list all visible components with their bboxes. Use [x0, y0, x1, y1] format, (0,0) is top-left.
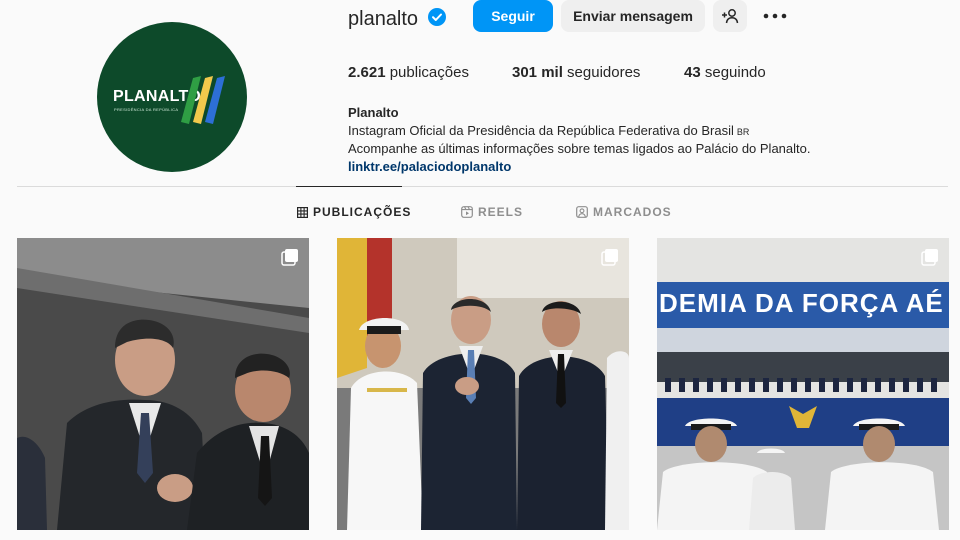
- followers-label: seguidores: [567, 64, 641, 81]
- reels-icon: [461, 206, 473, 218]
- tabs-divider: [17, 186, 948, 187]
- avatar-logo-subtitle: PRESIDÊNCIA DA REPÚBLICA: [114, 107, 179, 112]
- bio-name: Planalto: [348, 105, 399, 120]
- carousel-icon: [601, 249, 618, 266]
- suggest-accounts-button[interactable]: [713, 0, 747, 32]
- tab-tagged[interactable]: MARCADOS: [576, 205, 672, 219]
- carousel-icon: [921, 249, 938, 266]
- more-options-button[interactable]: [757, 0, 793, 32]
- more-horizontal-icon: [763, 13, 787, 19]
- send-message-label: Enviar mensagem: [573, 8, 693, 24]
- verified-badge-icon: [428, 8, 446, 26]
- grid-icon: [297, 206, 308, 218]
- tagged-icon: [576, 206, 588, 218]
- following-label: seguindo: [704, 64, 766, 81]
- flag-stripes-icon: [181, 76, 225, 124]
- tab-posts[interactable]: PUBLICAÇÕES: [297, 205, 411, 219]
- send-message-button[interactable]: Enviar mensagem: [561, 0, 705, 32]
- stat-followers[interactable]: 301 mil seguidores: [512, 64, 640, 81]
- post-photo: [17, 238, 309, 530]
- carousel-icon: [281, 249, 298, 266]
- add-person-icon: [722, 9, 739, 24]
- profile-username: planalto: [348, 8, 419, 30]
- followers-count: 301 mil: [512, 64, 563, 81]
- bio-line-1: Instagram Oficial da Presidência da Repú…: [348, 123, 749, 138]
- follow-button[interactable]: Seguir: [473, 0, 553, 32]
- tab-reels[interactable]: REELS: [461, 205, 523, 219]
- profile-avatar[interactable]: PLANALTO PRESIDÊNCIA DA REPÚBLICA: [97, 22, 247, 172]
- tab-reels-label: REELS: [478, 205, 524, 219]
- stat-posts: 2.621 publicações: [348, 64, 469, 81]
- posts-label: publicações: [389, 64, 469, 81]
- bio-flag: BR: [736, 127, 750, 137]
- bio-line-2: Acompanhe as últimas informações sobre t…: [348, 141, 811, 156]
- post-banner-text: DEMIA DA FORÇA AÉ: [659, 288, 944, 318]
- post-photo: [337, 238, 629, 530]
- post-thumbnail[interactable]: [337, 238, 629, 530]
- bio-external-link[interactable]: linktr.ee/palaciodoplanalto: [348, 159, 511, 174]
- tab-posts-label: PUBLICAÇÕES: [313, 205, 412, 219]
- post-thumbnail[interactable]: [17, 238, 309, 530]
- posts-count: 2.621: [348, 64, 386, 81]
- tab-tagged-label: MARCADOS: [593, 205, 672, 219]
- active-tab-indicator: [296, 186, 402, 187]
- post-thumbnail[interactable]: DEMIA DA FORÇA AÉ: [657, 238, 949, 530]
- stat-following[interactable]: 43 seguindo: [684, 64, 766, 81]
- post-photo: [657, 238, 949, 530]
- bio-text-1: Instagram Oficial da Presidência da Repú…: [348, 123, 734, 138]
- following-count: 43: [684, 64, 701, 81]
- follow-button-label: Seguir: [491, 8, 535, 24]
